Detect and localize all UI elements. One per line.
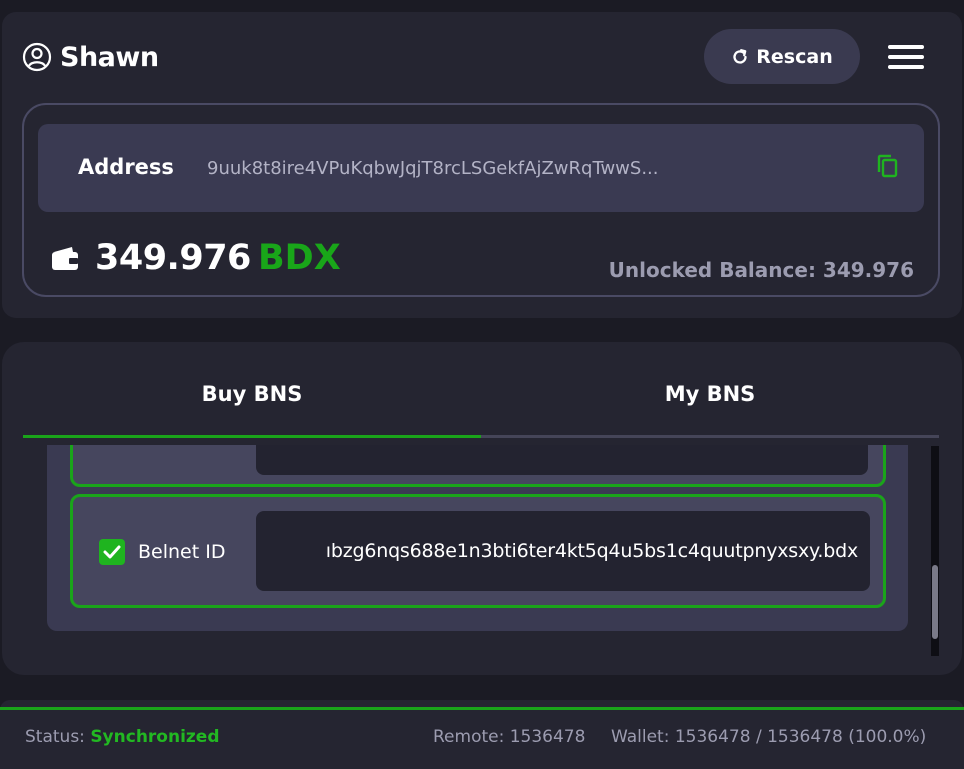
belnet-id-field[interactable]: ıbzg6nqs688e1n3bti6ter4kt5q4u5bs1c4quutp… [256,511,870,591]
belnet-checkbox[interactable] [99,539,125,565]
active-tab-indicator [23,435,481,438]
unlocked-balance: Unlocked Balance: 349.976 [608,258,914,282]
scrollbar-thumb[interactable] [932,565,938,639]
balance-amount: 349.976 [95,238,251,278]
tab-my-bns[interactable]: My BNS [481,382,939,406]
tab-buy-bns[interactable]: Buy BNS [23,382,481,406]
menu-bar [888,45,924,49]
belnet-id-label: Belnet ID [138,541,226,563]
remote-height: Remote: 1536478 [433,727,586,747]
status-bar: Status: Synchronized Remote: 1536478 Wal… [0,700,964,769]
bns-records-list: Belnet ID ıbzg6nqs688e1n3bti6ter4kt5q4u5… [47,445,908,631]
sync-status: Status: Synchronized [25,727,220,747]
status-label: Status: [25,727,85,747]
user-name: Shawn [60,41,159,73]
balance-currency: BDX [258,238,341,278]
menu-bar [888,55,924,59]
user-circle-icon [22,42,52,72]
copy-icon[interactable] [876,154,900,180]
wallet-card: Address 9uuk8t8ire4VPuKqbwJqjT8rcLSGekfA… [22,103,940,297]
checkmark-icon [103,545,121,559]
status-accent-line [0,707,964,710]
status-value: Synchronized [90,727,220,747]
list-item: Belnet ID ıbzg6nqs688e1n3bti6ter4kt5q4u5… [70,494,886,608]
address-label: Address [78,155,174,179]
menu-bar [888,65,924,69]
bns-panel: Buy BNS My BNS Belnet ID ıbzg6nqs688e1n3… [2,342,962,675]
user-profile: Shawn [22,40,159,74]
belnet-id-value: ıbzg6nqs688e1n3bti6ter4kt5q4u5bs1c4quutp… [325,540,858,562]
list-item [70,445,886,487]
rescan-label: Rescan [756,45,833,68]
record-value-field[interactable] [256,445,868,475]
wallet-icon [52,247,78,270]
tab-divider [481,435,939,438]
hamburger-menu-icon[interactable] [888,45,924,69]
address-box: Address 9uuk8t8ire4VPuKqbwJqjT8rcLSGekfA… [38,124,924,212]
rescan-button[interactable]: Rescan [704,29,860,84]
wallet-height: Wallet: 1536478 / 1536478 (100.0%) [611,727,927,747]
wallet-header-panel: Shawn Rescan Address 9uuk8t8ire4VPuKqbwJ… [2,12,962,318]
address-value[interactable]: 9uuk8t8ire4VPuKqbwJqjT8rcLSGekfAjZwRqTww… [207,158,727,179]
refresh-icon [733,48,747,64]
